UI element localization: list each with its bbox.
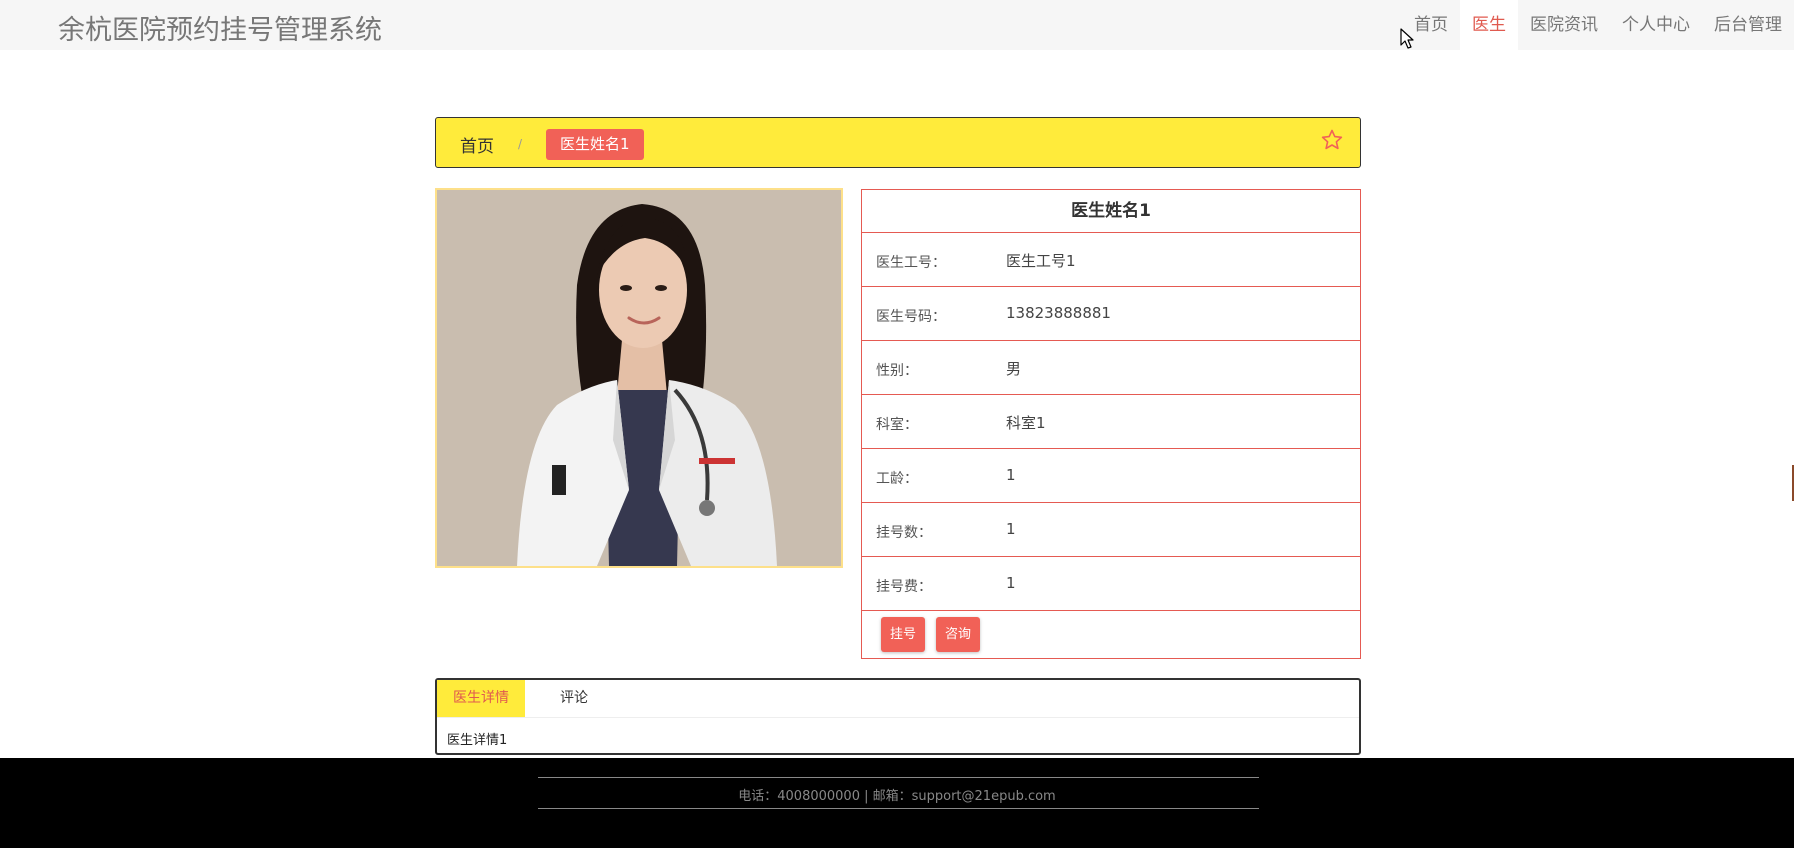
nav-item-personal-center[interactable]: 个人中心 (1610, 0, 1702, 50)
info-row-gender: 性别： 男 (862, 341, 1360, 395)
breadcrumb-separator: / (518, 137, 523, 151)
action-bar: 挂号 咨询 (862, 611, 1360, 659)
tab-comments[interactable]: 评论 (544, 680, 604, 717)
breadcrumb: 首页 / 医生姓名1 (435, 117, 1361, 168)
info-row-phone: 医生号码： 13823888881 (862, 287, 1360, 341)
main-nav: 首页 医生 医院资讯 个人中心 后台管理 (1402, 0, 1794, 50)
info-label: 挂号费： (876, 579, 932, 595)
star-outline-icon[interactable] (1320, 128, 1344, 152)
info-value: 1 (1006, 574, 1016, 592)
info-row-registrations: 挂号数： 1 (862, 503, 1360, 557)
tab-content: 医生详情1 (447, 733, 508, 748)
info-value: 13823888881 (1006, 304, 1111, 322)
footer-divider-top (538, 777, 1259, 778)
info-label: 医生号码： (876, 309, 946, 325)
mouse-pointer-icon (1400, 28, 1414, 49)
tab-bar: 医生详情 评论 (437, 680, 1359, 718)
doctor-info-table: 医生姓名1 医生工号： 医生工号1 医生号码： 13823888881 性别： … (861, 189, 1361, 659)
register-button[interactable]: 挂号 (881, 617, 926, 652)
tab-doctor-details[interactable]: 医生详情 (437, 680, 525, 717)
detail-tabs: 医生详情 评论 医生详情1 (435, 678, 1361, 755)
nav-item-admin[interactable]: 后台管理 (1702, 0, 1794, 50)
footer: 电话：4008000000 | 邮箱：support@21epub.com (0, 758, 1794, 848)
top-navbar: 余杭医院预约挂号管理系统 首页 医生 医院资讯 个人中心 后台管理 (0, 0, 1794, 50)
doctor-photo (435, 188, 843, 568)
info-label: 工龄： (876, 471, 918, 487)
breadcrumb-current: 医生姓名1 (546, 129, 644, 160)
info-label: 医生工号： (876, 255, 946, 271)
info-value: 1 (1006, 466, 1016, 484)
footer-divider-bottom (538, 808, 1259, 809)
info-row-staff-id: 医生工号： 医生工号1 (862, 233, 1360, 287)
nav-item-news[interactable]: 医院资讯 (1518, 0, 1610, 50)
nav-item-doctor[interactable]: 医生 (1460, 0, 1518, 50)
info-label: 挂号数： (876, 525, 932, 541)
info-value: 1 (1006, 520, 1016, 538)
info-row-years: 工龄： 1 (862, 449, 1360, 503)
doctor-name-heading: 医生姓名1 (862, 190, 1360, 233)
info-row-department: 科室： 科室1 (862, 395, 1360, 449)
info-label: 科室： (876, 417, 918, 433)
site-title[interactable]: 余杭医院预约挂号管理系统 (58, 8, 382, 47)
footer-contact: 电话：4008000000 | 邮箱：support@21epub.com (738, 789, 1056, 804)
info-value: 医生工号1 (1006, 252, 1076, 270)
info-value: 科室1 (1006, 414, 1046, 432)
breadcrumb-home-link[interactable]: 首页 (460, 132, 494, 157)
consult-button[interactable]: 咨询 (936, 617, 981, 652)
info-row-fee: 挂号费： 1 (862, 557, 1360, 611)
info-label: 性别： (876, 363, 918, 379)
info-value: 男 (1006, 360, 1022, 378)
